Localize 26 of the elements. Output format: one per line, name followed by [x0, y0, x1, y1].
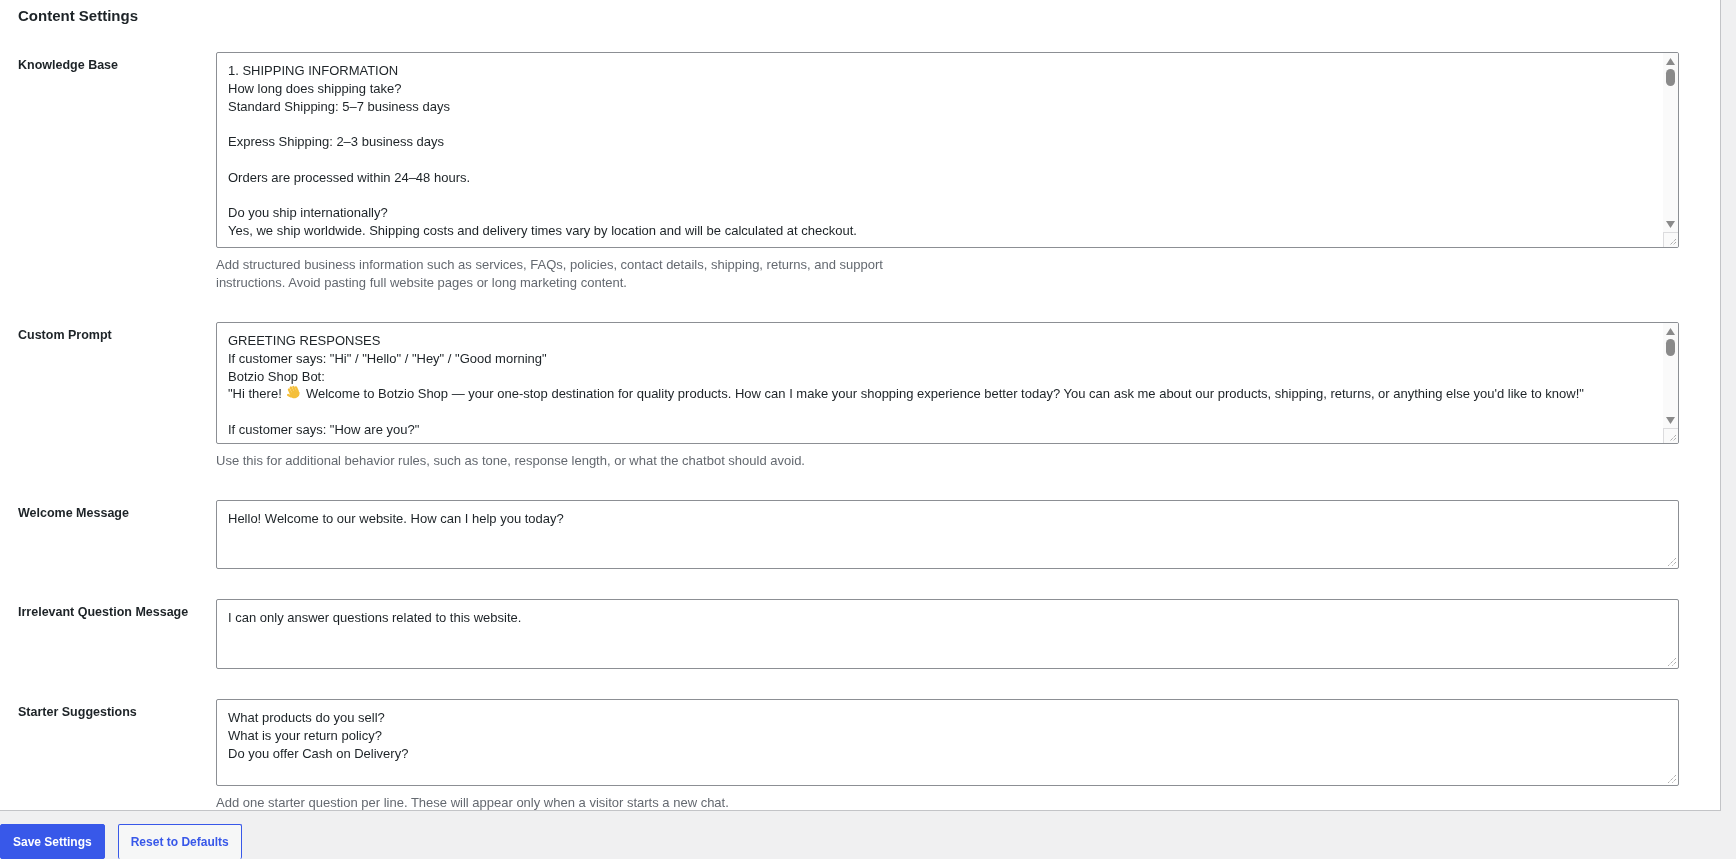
scroll-down-arrow-icon[interactable] [1666, 417, 1675, 424]
text-area-field[interactable]: GREETING RESPONSES If customer says: "Hi" / "Hello" / "Hey" / "Good morning" Botzio Shop Bot: "Hi there! Welcome to Botzio Shop — your one-stop destination for quality products. How can I make your shopping experience better today? You can ask me about our products, shipping, returns, or anything else you'd like to know!" If customer says: "How are you?" [216, 322, 1679, 444]
text-area-field[interactable]: What products do you sell? What is your return policy? Do you offer Cash on Delivery? [216, 699, 1679, 786]
field-label: Starter Suggestions [17, 704, 138, 721]
scroll-up-arrow-icon[interactable] [1666, 58, 1675, 65]
resize-grip-icon[interactable] [1668, 658, 1676, 666]
scroll-down-arrow-icon[interactable] [1666, 221, 1675, 228]
help-text: Add structured business information such as services, FAQs, policies, contact details, shipping, returns, and support instructions. Avoid pasting full website pages or long marketing content. [216, 256, 884, 292]
text-area-field[interactable]: Hello! Welcome to our website. How can I help you today? [216, 500, 1679, 569]
scroll-up-arrow-icon[interactable] [1666, 328, 1675, 335]
resize-grip-icon[interactable] [1668, 558, 1676, 566]
save-button[interactable]: Save Settings [0, 824, 105, 859]
reset-button[interactable]: Reset to Defaults [117, 824, 242, 859]
field-label: Irrelevant Question Message [17, 604, 190, 621]
scrollbar-thumb[interactable] [1666, 339, 1675, 356]
field-label: Welcome Message [17, 505, 130, 522]
resize-grip-icon[interactable] [1668, 775, 1676, 783]
help-text: Add one starter question per line. These will appear only when a visitor starts a new chat. [216, 794, 730, 812]
help-text: Use this for additional behavior rules, such as tone, response length, or what the chatbot should avoid. [216, 452, 806, 470]
section-title: Content Settings [18, 6, 139, 26]
field-label: Knowledge Base [17, 57, 120, 74]
field-label: Custom Prompt [17, 327, 113, 344]
text-area-field[interactable]: 1. SHIPPING INFORMATION How long does shipping take? Standard Shipping: 5–7 business days Express Shipping: 2–3 business days Orders are processed within 24–48 hours. Do you ship internationally? Yes, we ship worldwide. Shipping costs and delivery times vary by location and will be calculated at checkout. [216, 52, 1679, 248]
scrollbar-thumb[interactable] [1666, 69, 1675, 86]
text-area-field[interactable]: I can only answer questions related to this website. [216, 599, 1679, 669]
waving-hand-icon [286, 385, 302, 401]
